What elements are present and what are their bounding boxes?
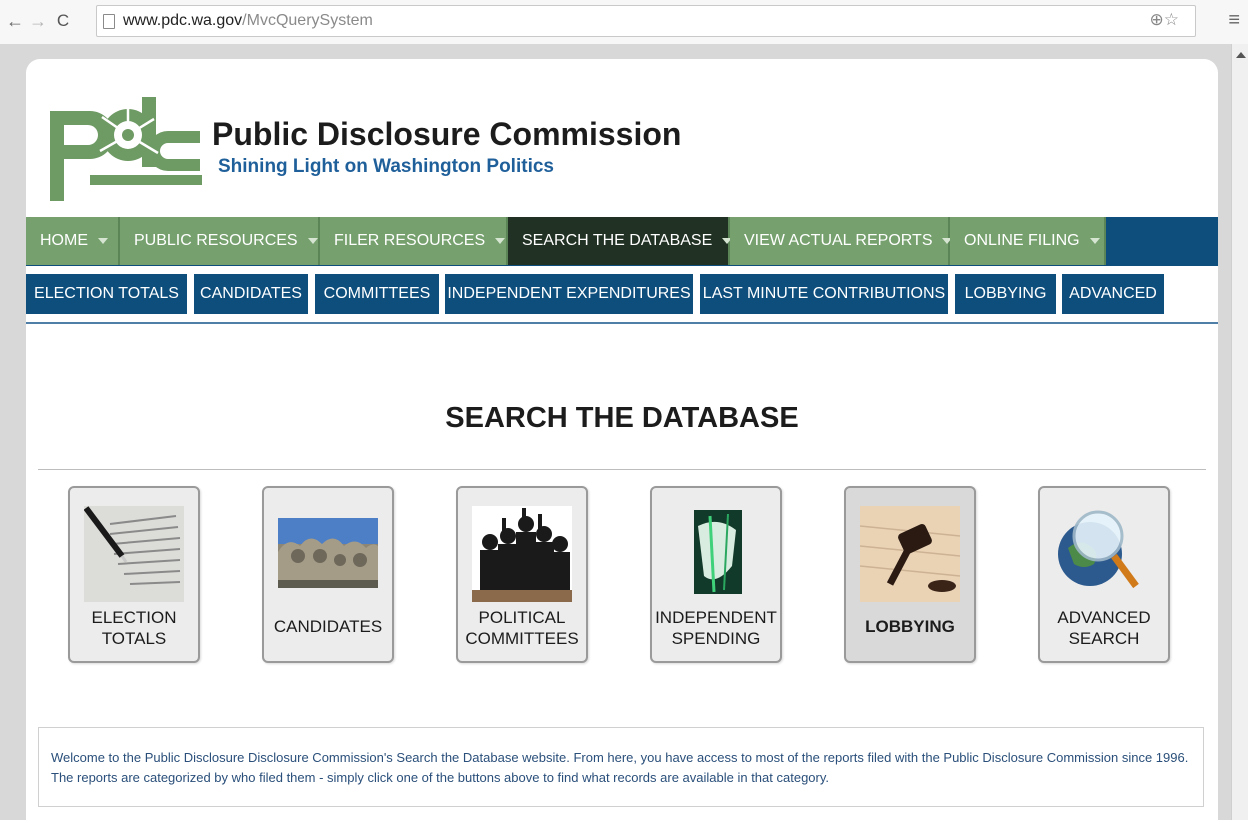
nav-online-filing[interactable]: ONLINE FILING: [950, 217, 1106, 265]
subnav-independent-expenditures[interactable]: INDEPENDENT EXPENDITURES: [445, 274, 693, 314]
nav-home[interactable]: HOME: [26, 217, 120, 265]
subnav-lobbying[interactable]: LOBBYING: [955, 274, 1056, 314]
crowd-icon: [472, 506, 572, 602]
subnav-last-minute-contributions[interactable]: LAST MINUTE CONTRIBUTIONS: [700, 274, 948, 314]
subnav-committees[interactable]: COMMITTEES: [315, 274, 439, 314]
secondary-nav: ELECTION TOTALS CANDIDATES COMMITTEES IN…: [26, 266, 1218, 324]
zoom-icon[interactable]: ⊕: [1150, 10, 1164, 29]
election-totals-label: ELECTION TOTALS: [72, 607, 196, 649]
candidates-button[interactable]: CANDIDATES: [262, 486, 394, 663]
scroll-up-arrow-icon[interactable]: [1236, 52, 1246, 58]
forward-arrow-icon[interactable]: →: [27, 10, 49, 32]
nav-online-filing-label: ONLINE FILING: [964, 232, 1080, 249]
nav-filer-resources-label: FILER RESOURCES: [334, 232, 486, 249]
independent-spending-label-text: INDEPENDENT SPENDING: [655, 608, 777, 648]
chevron-down-icon: [1089, 238, 1100, 244]
site-title: Public Disclosure Commission: [212, 116, 682, 152]
document-pen-icon: [84, 506, 184, 602]
page-content: Public Disclosure Commission Shining Lig…: [26, 59, 1218, 829]
subnav-candidates[interactable]: CANDIDATES: [194, 274, 308, 314]
nav-public-resources-label: PUBLIC RESOURCES: [134, 232, 298, 249]
nav-public-resources[interactable]: PUBLIC RESOURCES: [120, 217, 320, 265]
independent-spending-label: INDEPENDENT SPENDING: [654, 607, 778, 649]
chevron-down-icon: [307, 238, 318, 244]
url-host: www.pdc.wa.gov: [123, 12, 243, 29]
candidates-label: CANDIDATES: [273, 617, 383, 636]
political-committees-label-text: POLITICAL COMMITTEES: [465, 608, 579, 648]
bookmark-star-icon[interactable]: ☆: [1164, 10, 1179, 29]
advanced-search-button[interactable]: ADVANCED SEARCH: [1038, 486, 1170, 663]
globe-magnifier-icon: [1058, 510, 1139, 589]
advanced-search-label: ADVANCED SEARCH: [1042, 607, 1166, 649]
primary-nav: HOME PUBLIC RESOURCES FILER RESOURCES SE…: [26, 217, 1218, 266]
url-path: /MvcQuerySystem: [242, 12, 373, 29]
subnav-advanced[interactable]: ADVANCED: [1062, 274, 1164, 314]
political-committees-button[interactable]: POLITICAL COMMITTEES: [456, 486, 588, 663]
independent-spending-button[interactable]: INDEPENDENT SPENDING: [650, 486, 782, 663]
chevron-down-icon: [495, 238, 506, 244]
lobbying-label: LOBBYING: [865, 617, 955, 636]
browser-toolbar: ← → C www.pdc.wa.gov/MvcQuerySystem ⊕☆ ≡: [0, 0, 1248, 45]
pdc-logo: [50, 97, 202, 201]
abstract-green-icon: [694, 510, 742, 594]
site-tagline: Shining Light on Washington Politics: [218, 156, 554, 177]
divider: [38, 469, 1206, 470]
advanced-search-label-text: ADVANCED SEARCH: [1057, 608, 1151, 648]
subnav-election-totals[interactable]: ELECTION TOTALS: [26, 274, 187, 314]
url-text[interactable]: www.pdc.wa.gov/MvcQuerySystem: [123, 12, 373, 30]
reload-icon[interactable]: C: [52, 10, 74, 32]
welcome-message: Welcome to the Public Disclosure Disclos…: [38, 727, 1204, 807]
lobbying-button[interactable]: LOBBYING: [844, 486, 976, 663]
address-bar[interactable]: www.pdc.wa.gov/MvcQuerySystem ⊕☆: [96, 5, 1196, 37]
browser-menu-icon[interactable]: ≡: [1228, 9, 1240, 32]
election-totals-label-text: ELECTION TOTALS: [91, 608, 177, 648]
nav-search-the-database[interactable]: SEARCH THE DATABASE: [508, 217, 733, 265]
nav-search-the-database-label: SEARCH THE DATABASE: [522, 232, 713, 249]
nav-view-actual-reports-label: VIEW ACTUAL REPORTS: [744, 232, 933, 249]
mount-rushmore-icon: [278, 518, 378, 588]
nav-filer-resources[interactable]: FILER RESOURCES: [320, 217, 508, 265]
nav-home-label: HOME: [40, 232, 88, 249]
page-icon: [103, 14, 115, 29]
chevron-down-icon: [98, 238, 108, 244]
scrollbar[interactable]: [1231, 44, 1248, 820]
page-heading: SEARCH THE DATABASE: [445, 402, 799, 434]
election-totals-button[interactable]: ELECTION TOTALS: [68, 486, 200, 663]
political-committees-label: POLITICAL COMMITTEES: [460, 607, 584, 649]
gavel-icon: [860, 506, 960, 602]
back-arrow-icon[interactable]: ←: [4, 10, 26, 32]
nav-view-actual-reports[interactable]: VIEW ACTUAL REPORTS: [730, 217, 953, 265]
